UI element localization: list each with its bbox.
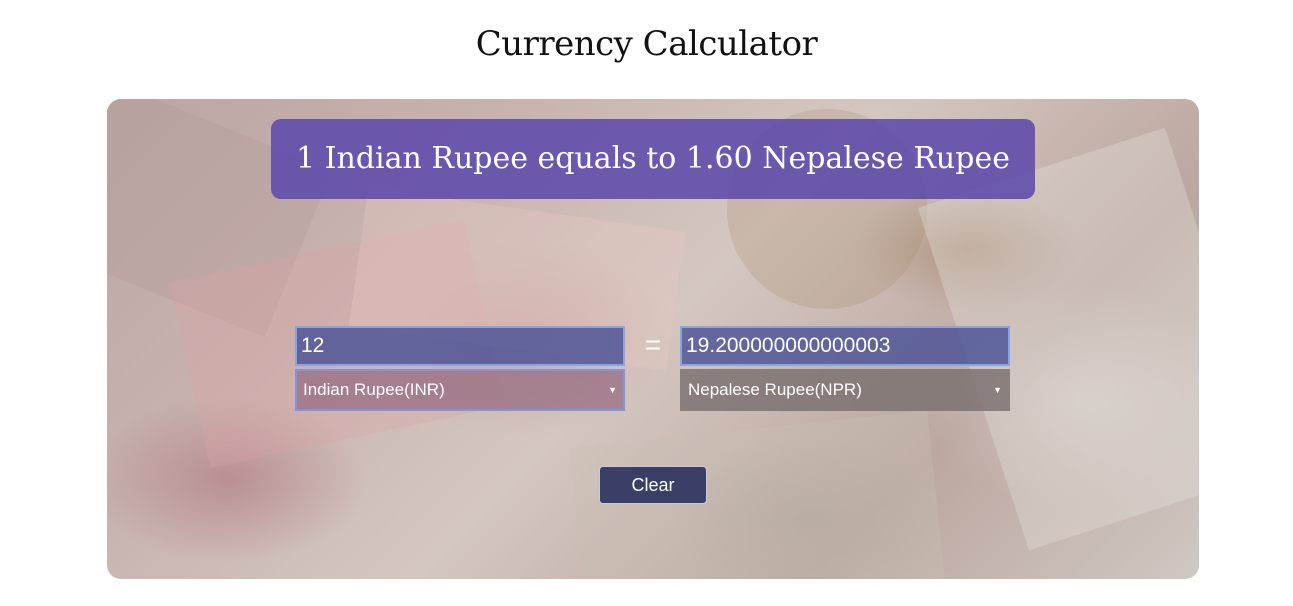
equals-sign: = bbox=[644, 329, 662, 360]
calculator-card: 1 Indian Rupee equals to 1.60 Nepalese R… bbox=[107, 99, 1199, 579]
chevron-down-icon: ▼ bbox=[993, 385, 1002, 395]
to-currency-label: Nepalese Rupee(NPR) bbox=[688, 380, 862, 399]
from-currency-select[interactable]: Indian Rupee(INR) ▼ bbox=[295, 369, 625, 411]
exchange-rate-banner: 1 Indian Rupee equals to 1.60 Nepalese R… bbox=[271, 119, 1035, 199]
from-amount-input[interactable]: 12 bbox=[295, 326, 625, 366]
chevron-down-icon: ▼ bbox=[608, 385, 617, 395]
to-currency-select[interactable]: Nepalese Rupee(NPR) ▼ bbox=[680, 369, 1010, 411]
clear-button[interactable]: Clear bbox=[599, 466, 707, 504]
to-amount-input[interactable]: 19.200000000000003 bbox=[680, 326, 1010, 366]
from-currency-label: Indian Rupee(INR) bbox=[303, 380, 445, 399]
page-title: Currency Calculator bbox=[475, 24, 818, 64]
